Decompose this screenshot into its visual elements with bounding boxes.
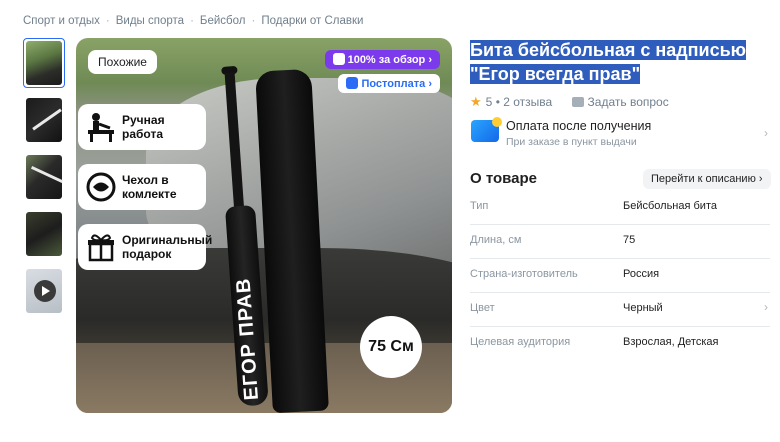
goto-description-button[interactable]: Перейти к описанию › (643, 169, 771, 189)
breadcrumb: Спорт и отдых · Виды спорта · Бейсбол · Подарк… (23, 15, 363, 27)
breadcrumb-item-baseball[interactable]: Бейсбол (200, 15, 246, 27)
breadcrumb-item-gifts[interactable]: Подарки от Славки (261, 15, 363, 27)
woodwork-icon (88, 113, 114, 142)
play-icon (34, 280, 56, 302)
chat-icon (571, 97, 584, 107)
chevron-right-icon: › (764, 300, 768, 314)
payment-subtitle: При заказе в пункт выдачи (506, 136, 637, 148)
main-product-image[interactable]: ЕГОР ПРАВ Похожие 100% за обзор › Постоп… (76, 38, 452, 413)
thumbnail-3[interactable] (23, 152, 65, 202)
spec-row-audience: Целевая аудитория Взрослая, Детская (470, 327, 770, 361)
title-line-2: "Егор всегда прав" (470, 64, 641, 84)
chevron-right-icon: › (764, 126, 768, 140)
about-heading: О товаре (470, 170, 538, 187)
promo-postpay-badge[interactable]: Постоплата › (338, 74, 440, 93)
thumbnail-4[interactable] (23, 209, 65, 259)
thumbnail-video[interactable] (23, 266, 65, 316)
rating-value: 5 (485, 95, 493, 109)
spec-row-type: Тип Бейсбольная бита (470, 191, 770, 225)
spec-key: Страна-изготовитель (470, 268, 578, 280)
product-title: Бита бейсбольная с надписью "Егор всегда… (470, 38, 770, 86)
spec-key: Цвет (470, 302, 495, 314)
spec-key: Целевая аудитория (470, 336, 571, 348)
feature-label: Ручная работа (122, 113, 165, 141)
breadcrumb-separator: · (190, 15, 194, 27)
truck-icon (346, 77, 359, 89)
feature-handmade: Ручная работа (78, 104, 206, 150)
case-icon (86, 172, 116, 202)
breadcrumb-item-sport[interactable]: Спорт и отдых (23, 15, 100, 27)
spec-value: Бейсбольная бита (623, 200, 717, 212)
card-icon (471, 117, 502, 142)
spec-row-country: Страна-изготовитель Россия (470, 259, 770, 293)
gift-icon (88, 234, 114, 262)
rating-row: ★ 5 • 2 отзыва Задать вопрос (470, 94, 669, 110)
breadcrumb-separator: · (251, 15, 256, 27)
size-badge: 75 См (360, 316, 422, 378)
spec-value: Взрослая, Детская (623, 336, 719, 348)
payment-title: Оплата после получения (506, 119, 652, 133)
feature-case: Чехол в комлекте (78, 164, 206, 210)
thumbnail-2[interactable] (23, 95, 65, 145)
spec-row-color[interactable]: Цвет Черный › (470, 293, 770, 327)
feature-label: Оригинальный подарок (122, 233, 213, 261)
similar-button[interactable]: Похожие (88, 50, 157, 74)
spec-key: Длина, см (470, 234, 522, 246)
ask-question-button[interactable]: Задать вопрос (571, 95, 669, 109)
spec-key: Тип (470, 200, 489, 212)
spec-value: Россия (623, 268, 660, 280)
thumbnail-1[interactable] (23, 38, 65, 88)
feature-gift: Оригинальный подарок (78, 224, 213, 270)
payment-info[interactable]: Оплата после получения При заказе в пунк… (470, 116, 770, 152)
feature-label: Чехол в комлекте (122, 173, 177, 201)
spec-row-length: Длина, см 75 (470, 225, 770, 259)
star-icon: ★ (470, 94, 482, 109)
thumbnail-strip (23, 38, 67, 323)
spec-value: Черный (623, 302, 663, 314)
spec-value: 75 (623, 234, 636, 246)
promo-review-badge[interactable]: 100% за обзор › (324, 50, 440, 69)
breadcrumb-separator: · (105, 15, 110, 27)
title-line-1: Бита бейсбольная с надписью (470, 40, 747, 60)
reviews-link[interactable]: 2 отзыва (503, 95, 552, 109)
breadcrumb-item-sport-types[interactable]: Виды спорта (116, 15, 184, 27)
promo-icon (332, 53, 345, 65)
